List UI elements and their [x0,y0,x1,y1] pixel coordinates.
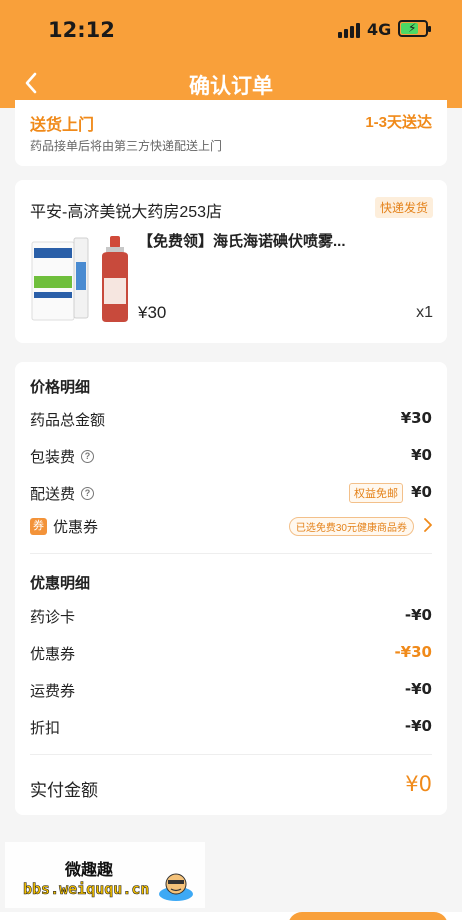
selected-coupon-chip[interactable]: 已选免费30元健康商品券 [288,517,414,536]
packaging-fee-value: ¥0 [411,446,432,464]
mascot-icon [159,873,193,901]
drug-total-label: 药品总金额 [30,412,106,429]
total-label: 实付金额 [30,781,98,800]
submit-order-button[interactable] [288,912,448,920]
clinic-card-value: -¥0 [404,606,432,624]
store-name: 平安-高济美锐大药房253店 [30,204,223,221]
store-card: 平安-高济美锐大药房253店 快递发货 【免费领】海氏海诺碘伏喷雾... ¥30… [15,180,447,343]
page-title: 确认订单 [189,75,273,98]
discount-label: 折扣 [30,720,61,737]
divider [30,553,432,554]
coupon-discount-value: -¥30 [394,643,432,661]
question-icon[interactable]: ? [81,450,95,463]
product-quantity: x1 [416,304,433,321]
delivery-description: 药品接单后将由第三方快递配送上门 [30,139,223,153]
product-name[interactable]: 【免费领】海氏海诺碘伏喷雾... [138,230,346,251]
free-shipping-tag: 权益免邮 [349,483,403,503]
delivery-card: 送货上门 1-3天送达 药品接单后将由第三方快递配送上门 [15,100,447,166]
coupon-icon: 券 [30,518,47,535]
coupon-label: 券 优惠券 [30,516,98,537]
shipping-badge: 快递发货 [374,197,433,218]
watermark-text: 微趣趣 [65,862,114,879]
shipping-coupon-label: 运费券 [30,683,76,700]
status-time: 12:12 [48,18,115,42]
drug-total-value: ¥30 [400,409,432,427]
status-bar: 12:12 4G ⚡ [0,0,462,60]
shipping-coupon-value: -¥0 [404,680,432,698]
delivery-fee-label: 配送费 ? [30,483,95,504]
question-icon[interactable]: ? [81,487,95,500]
clinic-card-label: 药诊卡 [30,609,76,626]
product-image[interactable] [30,232,140,324]
discount-value: -¥0 [404,717,432,735]
total-value: ¥0 [405,772,432,796]
network-label: 4G [367,20,392,39]
coupon-discount-label: 优惠券 [30,646,76,663]
watermark-url: bbs.weiququ.cn [23,880,150,899]
delivery-eta: 1-3天送达 [365,114,432,131]
delivery-method: 送货上门 [30,117,95,134]
watermark: 微趣趣 bbs.weiququ.cn [5,842,205,908]
divider [30,754,432,755]
discount-detail-title: 优惠明细 [30,575,91,592]
coupon-chevron-right-icon[interactable] [423,518,433,532]
packaging-fee-label: 包装费 ? [30,446,95,467]
price-detail-title: 价格明细 [30,379,91,396]
signal-icon [338,22,362,38]
product-price: ¥30 [138,303,167,322]
order-detail-card: 价格明细 药品总金额 ¥30 包装费 ? ¥0 配送费 ? 权益免邮 ¥0 券 … [15,362,447,815]
battery-icon: ⚡ [398,20,431,37]
delivery-fee-value: ¥0 [411,483,432,501]
